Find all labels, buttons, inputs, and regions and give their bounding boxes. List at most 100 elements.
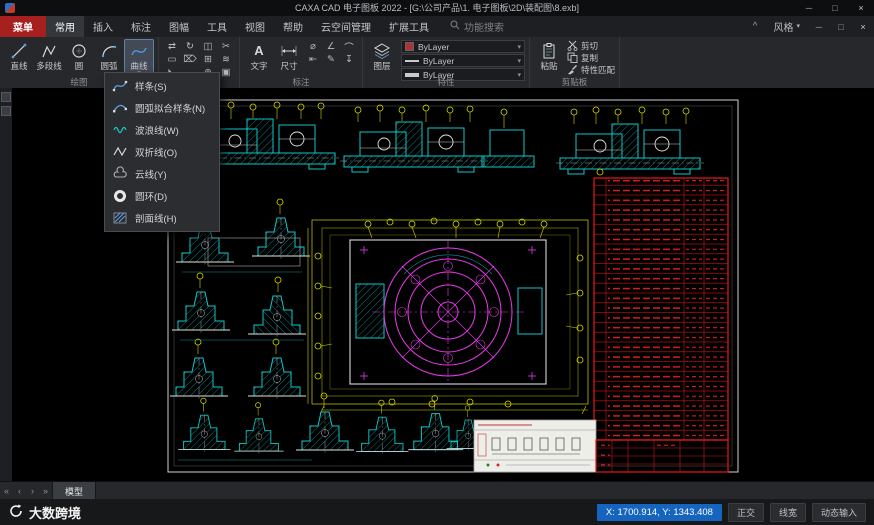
combo-value: ByLayer xyxy=(418,42,513,52)
modify-tool-icon[interactable]: ⌦ xyxy=(181,53,199,66)
ortho-toggle[interactable]: 正交 xyxy=(728,503,764,522)
line-icon xyxy=(9,41,29,61)
modify-tool-icon[interactable]: ↻ xyxy=(181,40,199,53)
function-search[interactable]: 功能搜索 xyxy=(438,16,516,37)
modify-tool-icon[interactable]: ✂ xyxy=(217,40,235,53)
ribbon-tab-bar: 菜单 常用 插入 标注 图幅 工具 视图 帮助 云空间管理 扩展工具 功能搜索 … xyxy=(0,16,874,37)
menu-item-zigzag-line[interactable]: 双折线(O) xyxy=(107,141,217,163)
tab-annotation[interactable]: 标注 xyxy=(122,16,160,37)
docked-panel-icon[interactable] xyxy=(1,106,11,116)
dynamic-input-toggle[interactable]: 动态输入 xyxy=(812,503,866,522)
tool-label: 尺寸 xyxy=(280,61,297,71)
layer-button[interactable]: 图层 xyxy=(367,39,397,71)
menu-item-wave-line[interactable]: 波浪线(W) xyxy=(107,119,217,141)
tab-tools[interactable]: 工具 xyxy=(198,16,236,37)
chevron-down-icon: ▾ xyxy=(517,57,521,65)
minimize-button[interactable]: ─ xyxy=(796,0,822,16)
tab-insert[interactable]: 插入 xyxy=(84,16,122,37)
copy-button[interactable]: 复制 xyxy=(567,52,615,64)
text-icon: A xyxy=(249,41,269,61)
sheet-tab-bar: « ‹ › » 模型 xyxy=(0,481,874,500)
arc-tool-button[interactable]: 圆弧 xyxy=(94,39,124,71)
chevron-down-icon: ▾ xyxy=(517,43,521,51)
doc-close-button[interactable]: × xyxy=(852,16,874,37)
zigzag-line-icon xyxy=(112,144,128,160)
annotate-tool-icon[interactable]: ✎ xyxy=(322,53,340,66)
tab-sheet[interactable]: 图幅 xyxy=(160,16,198,37)
tab-extensions[interactable]: 扩展工具 xyxy=(380,16,438,37)
tool-label: 多段线 xyxy=(36,61,62,71)
menu-item-cloud-line[interactable]: 云线(Y) xyxy=(107,163,217,185)
center-assembly-view xyxy=(308,218,588,414)
tool-label: 圆弧 xyxy=(100,61,117,71)
circle-tool-button[interactable]: 圆 xyxy=(64,39,94,71)
detail-views-bottom xyxy=(178,393,490,460)
curve-icon xyxy=(129,41,149,61)
top-view-3 xyxy=(556,107,704,174)
annotate-tool-icon[interactable]: ⌒ xyxy=(340,40,358,53)
top-view-2 xyxy=(340,105,534,172)
menu-item-label: 剖面线(H) xyxy=(135,211,177,225)
dimension-tool-button[interactable]: 尺寸 xyxy=(274,39,304,71)
schematic-panel xyxy=(474,420,596,472)
menu-item-spline[interactable]: 样条(S) xyxy=(107,75,217,97)
collapse-ribbon-icon[interactable]: ^ xyxy=(745,16,766,37)
curve-dropdown-menu: 样条(S) 圆弧拟合样条(N) 波浪线(W) 双折线(O) 云线(Y) xyxy=(104,72,220,232)
close-button[interactable]: × xyxy=(848,0,874,16)
coordinates-display: X: 1700.914, Y: 1343.408 xyxy=(597,504,722,521)
menu-item-arc-fit-spline[interactable]: 圆弧拟合样条(N) xyxy=(107,97,217,119)
model-tab[interactable]: 模型 xyxy=(52,482,96,500)
chevron-down-icon: ▾ xyxy=(796,24,800,30)
menu-item-donut[interactable]: 圆环(D) xyxy=(107,185,217,207)
doc-restore-button[interactable]: □ xyxy=(830,16,852,37)
cut-button[interactable]: 剪切 xyxy=(567,40,615,52)
circle-icon xyxy=(69,41,89,61)
match-properties-button[interactable]: 特性匹配 xyxy=(567,64,615,76)
group-label-properties: 特性 xyxy=(363,77,529,88)
color-combo[interactable]: ByLayer ▾ xyxy=(401,40,525,53)
text-tool-button[interactable]: A 文字 xyxy=(244,39,274,71)
window-title: CAXA CAD 电子图板 2022 - [G:\公司产品\1. 电子图板\2D… xyxy=(0,0,874,16)
next-sheet-icon[interactable]: › xyxy=(26,482,39,500)
last-sheet-icon[interactable]: » xyxy=(39,482,52,500)
ribbon-group-annotate: A 文字 尺寸 ⌀ ∠ ⌒ ⇤ ✎ ↧ 标注 xyxy=(240,37,363,88)
polyline-tool-button[interactable]: 多段线 xyxy=(34,39,64,71)
modify-tool-icon[interactable]: ⊞ xyxy=(199,53,217,66)
modify-tool-icon[interactable]: ◫ xyxy=(199,40,217,53)
tab-help[interactable]: 帮助 xyxy=(274,16,312,37)
tab-view[interactable]: 视图 xyxy=(236,16,274,37)
spline-icon xyxy=(112,78,128,94)
title-block xyxy=(596,440,728,472)
annotate-tool-icon[interactable]: ⌀ xyxy=(304,40,322,53)
donut-icon xyxy=(112,188,128,204)
menu-item-hatch[interactable]: 剖面线(H) xyxy=(107,207,217,229)
paste-button[interactable]: 粘贴 xyxy=(534,39,564,71)
copy-label: 复制 xyxy=(581,52,598,64)
modify-tool-icon[interactable]: ⇄ xyxy=(163,40,181,53)
menu-item-label: 双折线(O) xyxy=(135,145,177,159)
watermark: 大数跨境 xyxy=(8,503,81,522)
prev-sheet-icon[interactable]: ‹ xyxy=(13,482,26,500)
annotate-tool-icon[interactable]: ∠ xyxy=(322,40,340,53)
search-icon xyxy=(450,20,460,33)
maximize-button[interactable]: □ xyxy=(822,0,848,16)
tab-common[interactable]: 常用 xyxy=(46,16,84,37)
annotate-tool-icon[interactable]: ⇤ xyxy=(304,53,322,66)
tab-menu[interactable]: 菜单 xyxy=(0,16,46,37)
search-label: 功能搜索 xyxy=(464,19,504,34)
line-tool-button[interactable]: 直线 xyxy=(4,39,34,71)
lineweight-sample xyxy=(405,73,419,77)
title-bar: CAXA CAD 电子图板 2022 - [G:\公司产品\1. 电子图板\2D… xyxy=(0,0,874,16)
modify-tool-icon[interactable]: ≋ xyxy=(217,53,235,66)
linetype-combo[interactable]: ByLayer ▾ xyxy=(401,54,525,67)
doc-minimize-button[interactable]: ─ xyxy=(808,16,830,37)
annotate-tool-icon[interactable]: ↧ xyxy=(340,53,358,66)
tab-cloud[interactable]: 云空间管理 xyxy=(312,16,380,37)
group-label-annotate: 标注 xyxy=(240,77,362,88)
first-sheet-icon[interactable]: « xyxy=(0,482,13,500)
menu-item-label: 圆环(D) xyxy=(135,189,167,203)
docked-panel-icon[interactable] xyxy=(1,92,11,102)
modify-tool-icon[interactable]: ▭ xyxy=(163,53,181,66)
style-dropdown[interactable]: 风格 ▾ xyxy=(765,16,808,37)
lineweight-toggle[interactable]: 线宽 xyxy=(770,503,806,522)
